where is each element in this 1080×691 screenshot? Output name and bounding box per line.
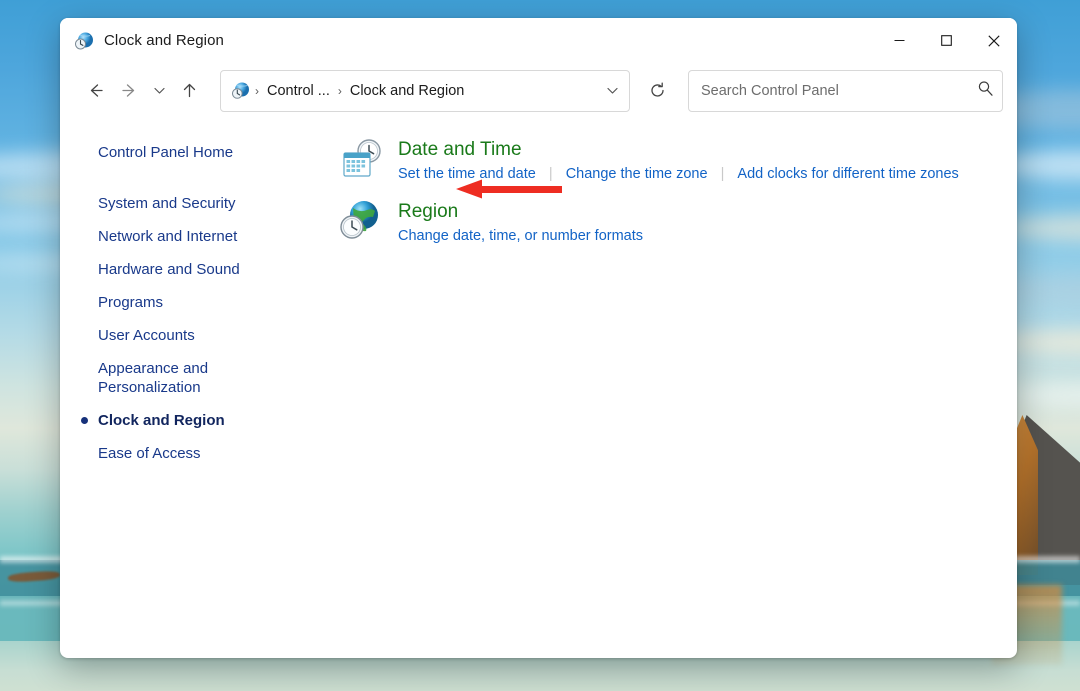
sidebar-item-network-and-internet[interactable]: Network and Internet xyxy=(60,220,338,253)
sidebar-item-user-accounts[interactable]: User Accounts xyxy=(60,319,338,352)
category-title-region[interactable]: Region xyxy=(398,200,458,224)
date-and-time-icon xyxy=(338,136,384,182)
sidebar-item-hardware-and-sound[interactable]: Hardware and Sound xyxy=(60,253,338,286)
sidebar-item-system-and-security[interactable]: System and Security xyxy=(60,187,338,220)
breadcrumb-separator: › xyxy=(250,84,264,98)
breadcrumb-item-control-panel[interactable]: Control ... xyxy=(264,81,333,101)
window-body: Control Panel Home System and Security N… xyxy=(60,118,1017,658)
control-panel-icon xyxy=(231,81,250,100)
address-bar[interactable]: › Control ... › Clock and Region xyxy=(220,70,630,112)
link-divider: | xyxy=(712,164,734,184)
category-body: Region Change date, time, or number form… xyxy=(398,198,643,246)
category-links-date-and-time: Set the time and date | Change the time … xyxy=(398,164,959,184)
link-set-the-time-and-date[interactable]: Set the time and date xyxy=(398,164,536,184)
category-title-date-and-time[interactable]: Date and Time xyxy=(398,138,522,162)
link-add-clocks-for-different-time-zones[interactable]: Add clocks for different time zones xyxy=(737,164,958,184)
refresh-button[interactable] xyxy=(640,74,674,108)
cloud xyxy=(1010,385,1080,405)
sidebar-item-programs[interactable]: Programs xyxy=(60,286,338,319)
navigation-bar: › Control ... › Clock and Region xyxy=(60,63,1017,118)
chevron-down-icon[interactable] xyxy=(595,71,629,111)
up-button[interactable] xyxy=(172,74,206,108)
breadcrumb-item-clock-and-region[interactable]: Clock and Region xyxy=(347,81,467,101)
search-icon[interactable] xyxy=(977,80,994,102)
link-change-date-time-or-number-formats[interactable]: Change date, time, or number formats xyxy=(398,226,643,246)
recent-locations-button[interactable] xyxy=(146,74,172,108)
category-date-and-time: Date and Time Set the time and date | Ch… xyxy=(338,136,1017,198)
back-button[interactable] xyxy=(78,74,112,108)
region-globe-clock-icon xyxy=(338,198,384,244)
link-divider: | xyxy=(540,164,562,184)
sidebar-item-control-panel-home[interactable]: Control Panel Home xyxy=(60,136,338,169)
sidebar-item-appearance-and-personalization[interactable]: Appearance and Personalization xyxy=(60,352,338,404)
link-change-the-time-zone[interactable]: Change the time zone xyxy=(566,164,708,184)
sidebar-item-ease-of-access[interactable]: Ease of Access xyxy=(60,437,338,470)
clock-region-icon xyxy=(74,31,94,51)
close-button[interactable] xyxy=(970,18,1017,63)
search-box[interactable] xyxy=(688,70,1003,112)
category-region: Region Change date, time, or number form… xyxy=(338,198,1017,260)
window-title: Clock and Region xyxy=(104,32,224,49)
category-links-region: Change date, time, or number formats xyxy=(398,226,643,246)
category-body: Date and Time Set the time and date | Ch… xyxy=(398,136,959,184)
window-controls xyxy=(876,18,1017,63)
minimize-button[interactable] xyxy=(876,18,923,63)
title-bar: Clock and Region xyxy=(60,18,1017,63)
sidebar-item-clock-and-region[interactable]: Clock and Region xyxy=(60,404,338,437)
search-input[interactable] xyxy=(699,82,977,100)
maximize-button[interactable] xyxy=(923,18,970,63)
control-panel-window: Clock and Region xyxy=(60,18,1017,658)
desktop-background: Clock and Region xyxy=(0,0,1080,691)
sidebar: Control Panel Home System and Security N… xyxy=(60,118,338,658)
forward-button[interactable] xyxy=(112,74,146,108)
content-area: Date and Time Set the time and date | Ch… xyxy=(338,118,1017,658)
breadcrumb-separator: › xyxy=(333,84,347,98)
